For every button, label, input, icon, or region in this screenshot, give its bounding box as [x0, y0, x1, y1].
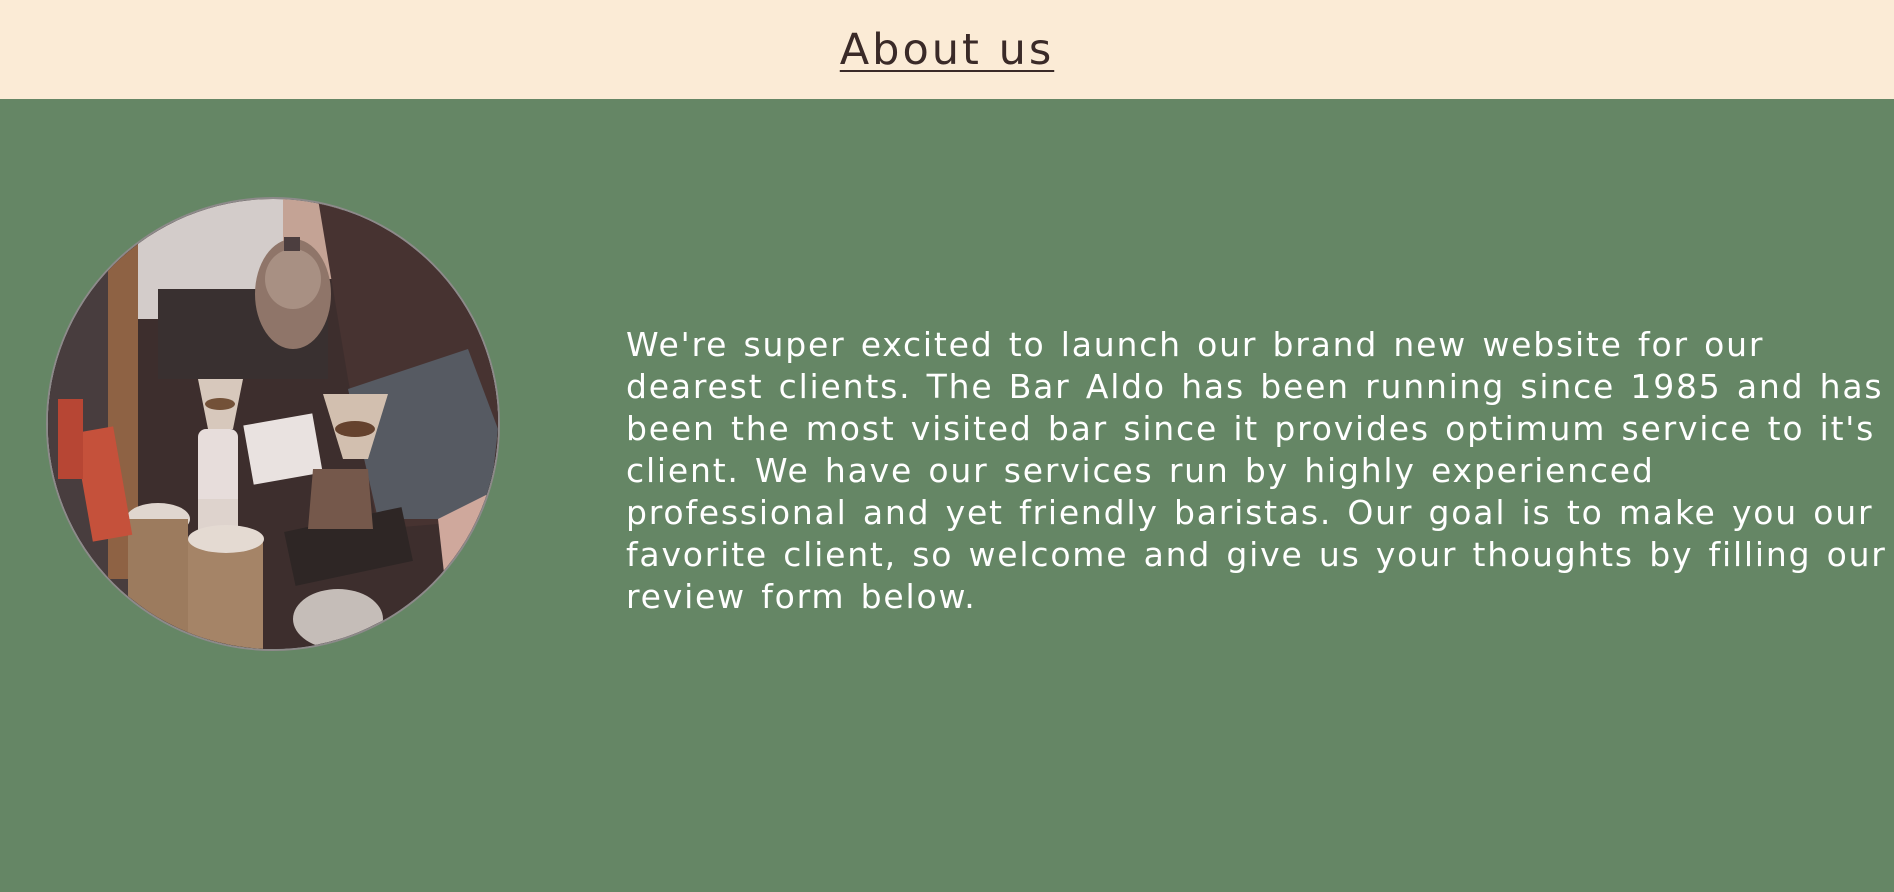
about-section: We're super excited to launch our brand …	[0, 99, 1894, 892]
coffee-bar-illustration	[48, 199, 498, 649]
about-us-title-link[interactable]: About us	[840, 25, 1054, 75]
page-header: About us	[0, 0, 1894, 99]
coffee-bar-photo	[46, 197, 500, 651]
about-paragraph: We're super excited to launch our brand …	[626, 325, 1887, 616]
